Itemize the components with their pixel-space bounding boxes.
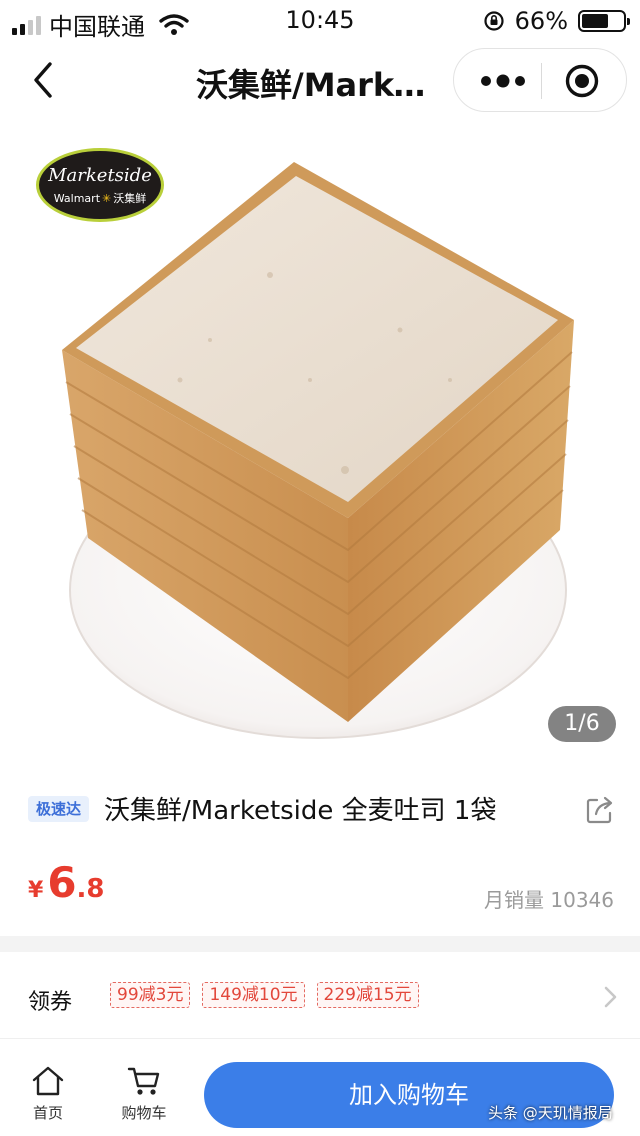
sales-count: 10346: [550, 888, 614, 912]
tab-home[interactable]: 首页: [13, 1064, 83, 1123]
express-tag: 极速达: [28, 796, 90, 822]
coupon-list: 99减3元 149减10元 229减15元: [110, 982, 419, 1008]
battery-fill: [582, 14, 609, 28]
logo-sub-text: Walmart ✳ 沃集鲜: [39, 190, 161, 206]
battery-icon: [578, 10, 630, 32]
price-currency: ¥: [28, 878, 44, 903]
close-target-icon[interactable]: [564, 63, 600, 99]
monthly-sales: 月销量 10346: [484, 884, 614, 913]
watermark: 头条 @天玑情报局: [488, 1104, 613, 1122]
page-title: 沃集鲜/Marketside 全麦吐司 1袋: [196, 66, 446, 104]
price-decimal: .8: [76, 874, 105, 904]
orientation-lock-icon: [484, 11, 504, 31]
status-bar: 中国联通 10:45 66%: [0, 0, 640, 42]
coupon-tag[interactable]: 229减15元: [316, 982, 419, 1008]
logo-main-text: Marketside: [48, 165, 152, 186]
logo-sub-right: 沃集鲜: [113, 192, 147, 205]
brand-logo: Marketside Walmart ✳ 沃集鲜: [36, 148, 164, 222]
image-pager: 1/6: [548, 706, 616, 742]
battery-percent: 66%: [514, 7, 568, 35]
more-dots-icon[interactable]: [478, 69, 528, 93]
capsule-divider: [541, 63, 542, 99]
home-icon: [32, 1066, 64, 1096]
sales-label: 月销量: [484, 888, 545, 912]
divider: [0, 1038, 640, 1039]
price-integer: 6: [47, 858, 77, 907]
chevron-right-icon[interactable]: [600, 984, 620, 1010]
coupon-row[interactable]: 领券 99减3元 149减10元 229减15元: [0, 952, 640, 1038]
mini-program-capsule: [453, 48, 627, 112]
spark-icon: ✳: [102, 192, 112, 205]
coupon-tag[interactable]: 149减10元: [202, 982, 305, 1008]
price-row: ¥ 6 .8 月销量 10346: [0, 850, 640, 936]
tab-cart-label: 购物车: [121, 1104, 167, 1122]
price: ¥ 6 .8: [28, 858, 105, 907]
nav-bar: 沃集鲜/Marketside 全麦吐司 1袋: [0, 42, 640, 120]
share-icon[interactable]: [584, 794, 616, 826]
tab-cart[interactable]: 购物车: [109, 1064, 179, 1123]
product-name: 沃集鲜/Marketside 全麦吐司 1袋: [104, 796, 497, 826]
logo-sub-left: Walmart: [53, 192, 101, 205]
section-divider: [0, 936, 640, 952]
coupon-label: 领券: [28, 990, 73, 1015]
product-image[interactable]: Marketside Walmart ✳ 沃集鲜 1/6: [0, 120, 640, 760]
chevron-left-icon[interactable]: [26, 60, 66, 100]
status-right: 66%: [483, 7, 630, 35]
product-title-row: 极速达 沃集鲜/Marketside 全麦吐司 1袋: [0, 770, 640, 850]
coupon-tag[interactable]: 99减3元: [110, 982, 191, 1008]
cart-icon: [127, 1067, 160, 1095]
tab-home-label: 首页: [32, 1104, 63, 1122]
